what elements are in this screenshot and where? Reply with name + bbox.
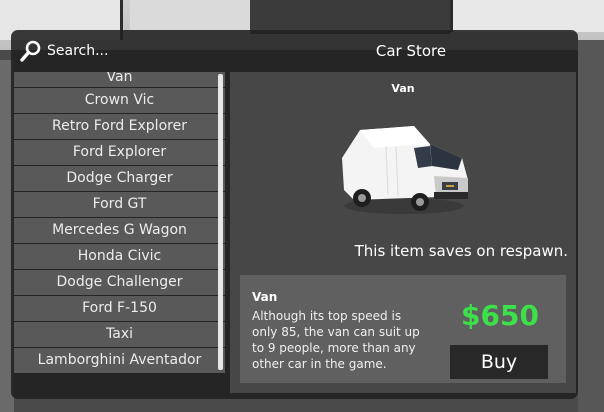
buy-button[interactable]: Buy (450, 345, 548, 379)
item-name: Van (252, 290, 278, 304)
background-panel (450, 0, 604, 32)
car-list-item[interactable]: Van (14, 72, 225, 87)
car-list-item[interactable]: Honda Civic (14, 244, 225, 269)
item-detail-panel: Van This item saves on respawn. Van Alth… (230, 72, 576, 393)
car-list-item[interactable]: Ford Explorer (14, 140, 225, 165)
item-price: $650 (461, 299, 539, 332)
search-icon (20, 40, 41, 62)
background-panel (130, 0, 253, 30)
item-info-box: Van Although its top speed is only 85, t… (240, 275, 566, 383)
car-list-item[interactable]: Dodge Challenger (14, 270, 225, 295)
background-pillar (578, 40, 604, 412)
list-scrollbar[interactable] (218, 74, 223, 370)
car-list[interactable]: Van Crown Vic Retro Ford Explorer Ford E… (14, 72, 225, 373)
search-input[interactable] (47, 43, 207, 59)
car-list-item[interactable]: Dodge Charger (14, 166, 225, 191)
car-store-window: Car Store Van Crown Vic Retro Ford Explo… (11, 30, 578, 399)
store-title: Car Store (375, 42, 447, 60)
item-description: Although its top speed is only 85, the v… (252, 309, 420, 371)
car-list-item[interactable]: Ford GT (14, 192, 225, 217)
car-list-item[interactable]: Crown Vic (14, 88, 225, 113)
selected-item-title: Van (391, 82, 415, 95)
background-doorway (250, 0, 450, 34)
car-list-item[interactable]: Ford F-150 (14, 296, 225, 321)
van-image (342, 126, 468, 214)
respawn-note: This item saves on respawn. (354, 242, 568, 260)
car-list-pane[interactable]: Van Crown Vic Retro Ford Explorer Ford E… (14, 72, 225, 382)
search-bar[interactable] (19, 38, 219, 64)
car-list-item[interactable]: Retro Ford Explorer (14, 114, 225, 139)
car-list-item[interactable]: Lamborghini Aventador (14, 348, 225, 373)
car-list-item[interactable]: Mercedes G Wagon (14, 218, 225, 243)
car-list-item[interactable]: Taxi (14, 322, 225, 347)
